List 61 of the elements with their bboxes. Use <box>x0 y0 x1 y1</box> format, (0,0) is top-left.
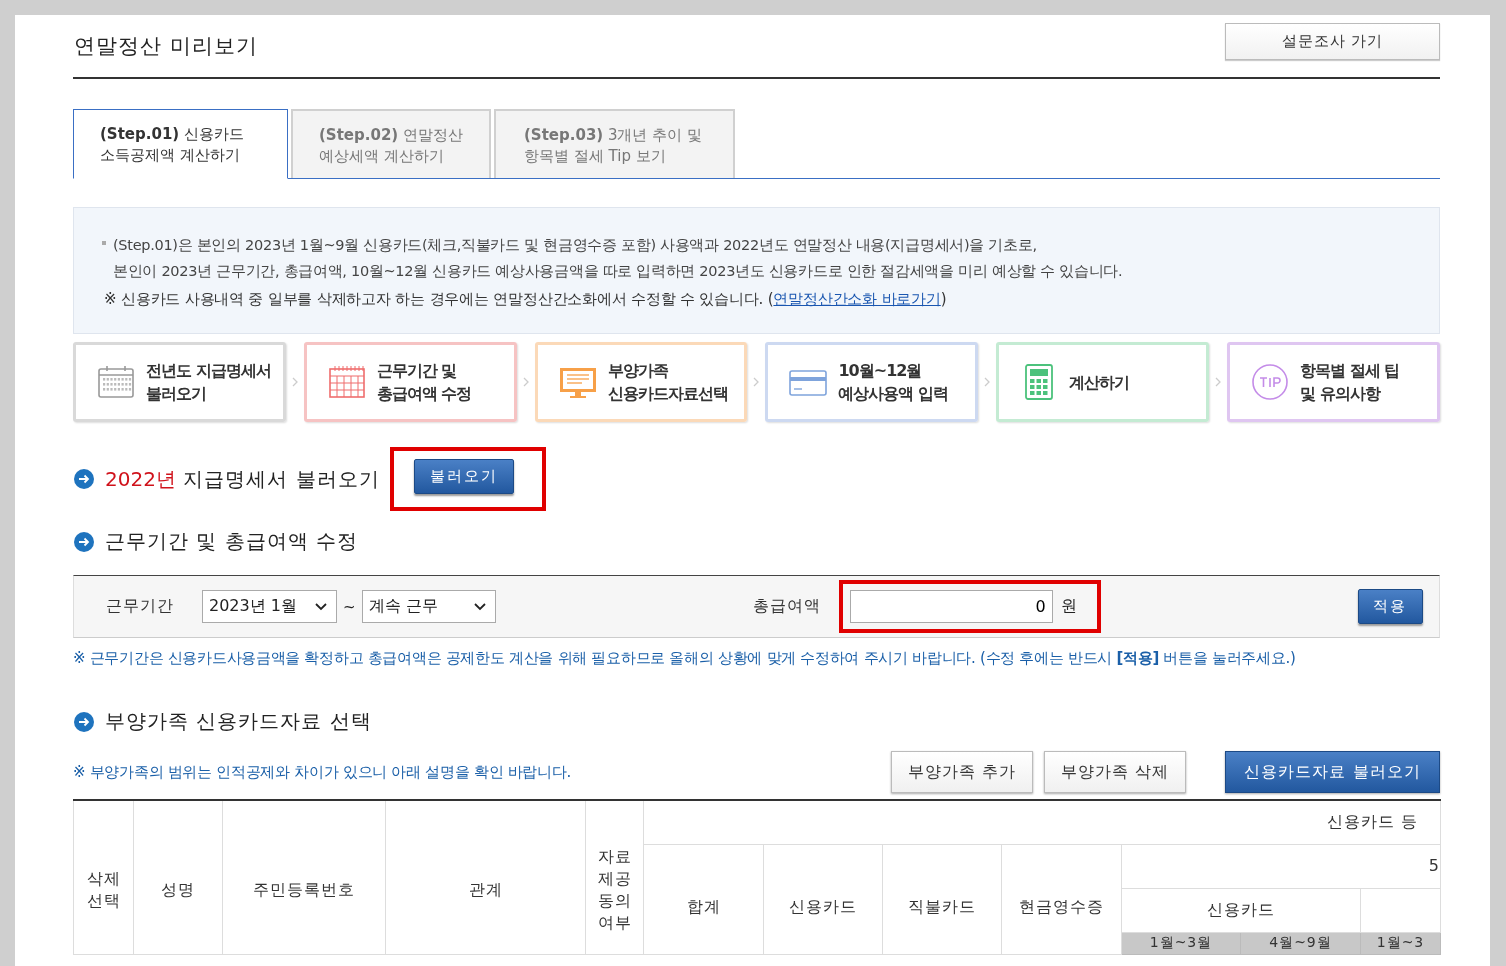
tip-icon <box>1250 362 1291 402</box>
chevron-icon <box>753 377 760 387</box>
caret-icon <box>315 602 327 611</box>
info-text: (Step.01)은 본인의 2023년 1월~9월 신용카드(체크,직불카드 및 현금영수증 포함) 사용액과 2022년도 연말정산 내용(지급명세서)을 기초로, 본인이 2023년 근무기간, 총급여액, 10월~12월 신용카드 예상사용금액을 따로 입력하면 2023년도 신용카드로 인한 절감세액을 미리 예상할 수 있습니다. <box>113 236 1123 281</box>
chevron-icon <box>1215 377 1222 387</box>
step-label: 항목별 절세 팁 및 유의사항 <box>1300 360 1400 405</box>
period-label: 근무기간 <box>106 596 174 617</box>
total-salary-field[interactable]: 0 <box>849 590 1053 623</box>
column-group-header: 신용카드 <box>1121 888 1361 932</box>
page-title: 연말정산 미리보기 <box>74 33 258 60</box>
step-card[interactable]: 항목별 절세 팁 및 유의사항 <box>1227 342 1440 422</box>
step-label: 근무기간 및 총급여액 수정 <box>376 360 472 405</box>
arrow-circle-icon <box>73 710 95 733</box>
column-header: 자료 제공 동의 여부 <box>585 800 644 954</box>
survey-button[interactable]: 설문조사 가기 <box>1225 23 1440 60</box>
total-salary-label: 총급여액 <box>752 596 821 617</box>
column-header: 삭제 선택 <box>73 800 134 954</box>
column-header: 합계 <box>643 844 764 954</box>
column-header: 주민등록번호 <box>222 800 386 954</box>
step-label: 전년도 지급명세서 불러오기 <box>146 360 271 405</box>
family-button[interactable]: 신용카드자료 불러오기 <box>1225 751 1440 793</box>
family-button[interactable]: 부양가족 삭제 <box>1044 751 1186 793</box>
step-tab[interactable]: (Step.03) 3개년 추이 및 항목별 절세 Tip 보기 <box>494 109 735 178</box>
column-header: 현금영수증 <box>1001 844 1122 954</box>
column-group-header: 신용카드 등 <box>643 800 1441 844</box>
start-month-select[interactable]: 2023년 1월 <box>202 590 337 623</box>
step-label: 10월~12월 예상사용액 입력 <box>838 360 949 405</box>
step-card[interactable]: 근무기간 및 총급여액 수정 <box>303 342 517 422</box>
column-header: 직불카드 <box>882 844 1002 954</box>
column-group-header: 5 <box>1121 844 1441 888</box>
arrow-circle-icon <box>73 468 95 490</box>
bullet-icon <box>102 241 106 245</box>
notice-text: ※ 신용카드 사용내역 중 일부를 삭제하고자 하는 경우에는 연말정산간소화에서 수정할 수 있습니다. (연말정산간소화 바로가기) <box>104 290 948 309</box>
step-card[interactable]: 10월~12월 예상사용액 입력 <box>765 342 979 422</box>
note-text: ※ 부양가족의 범위는 인적공제와 차이가 있으니 아래 설명을 확인 바랍니다. <box>73 762 571 782</box>
step-card[interactable]: 부양가족 신용카드자료선택 <box>534 342 748 422</box>
column-header: 성명 <box>133 800 223 954</box>
section-title: 부양가족 신용카드자료 선택 <box>105 708 372 735</box>
arrow-circle-icon <box>73 530 95 553</box>
family-button[interactable]: 부양가족 추가 <box>891 751 1033 793</box>
step-label: 부양가족 신용카드자료선택 <box>607 360 728 405</box>
column-header: 신용카드 <box>763 844 883 954</box>
caret-icon <box>473 602 486 611</box>
step-card[interactable]: 계산하기 <box>996 342 1210 422</box>
chevron-icon <box>291 377 298 387</box>
load-button[interactable]: 불러오기 <box>413 459 514 494</box>
end-select[interactable]: 계속 근무 <box>361 590 496 623</box>
step-tab[interactable]: (Step.02) 연말정산 예상세액 계산하기 <box>291 109 491 178</box>
range-separator: ~ <box>343 597 356 616</box>
section-title: 근무기간 및 총급여액 수정 <box>105 528 359 555</box>
note-text: ※ 근무기간은 신용카드사용금액을 확정하고 총급여액은 공제한도 계산을 위해 필요하므로 올해의 상황에 맞게 수정하여 주시기 바랍니다. (수정 후에는 반드시 [적용] 버튼을 눌러주세요.) <box>73 649 1297 668</box>
section-title: 2022년 지급명세서 불러오기 <box>105 465 380 493</box>
column-header: 관계 <box>385 800 586 954</box>
step-card[interactable]: 전년도 지급명세서 불러오기 <box>73 342 286 422</box>
step-label: 계산하기 <box>1069 371 1130 394</box>
chevron-icon <box>522 377 529 387</box>
chevron-icon <box>984 377 991 387</box>
unit-label: 원 <box>1060 596 1077 617</box>
apply-button[interactable]: 적용 <box>1358 589 1423 624</box>
step-tab[interactable]: (Step.01) 신용카드 소득공제액 계산하기 <box>73 109 288 179</box>
simplified-service-link[interactable]: 연말정산간소화 바로가기 <box>773 290 941 308</box>
